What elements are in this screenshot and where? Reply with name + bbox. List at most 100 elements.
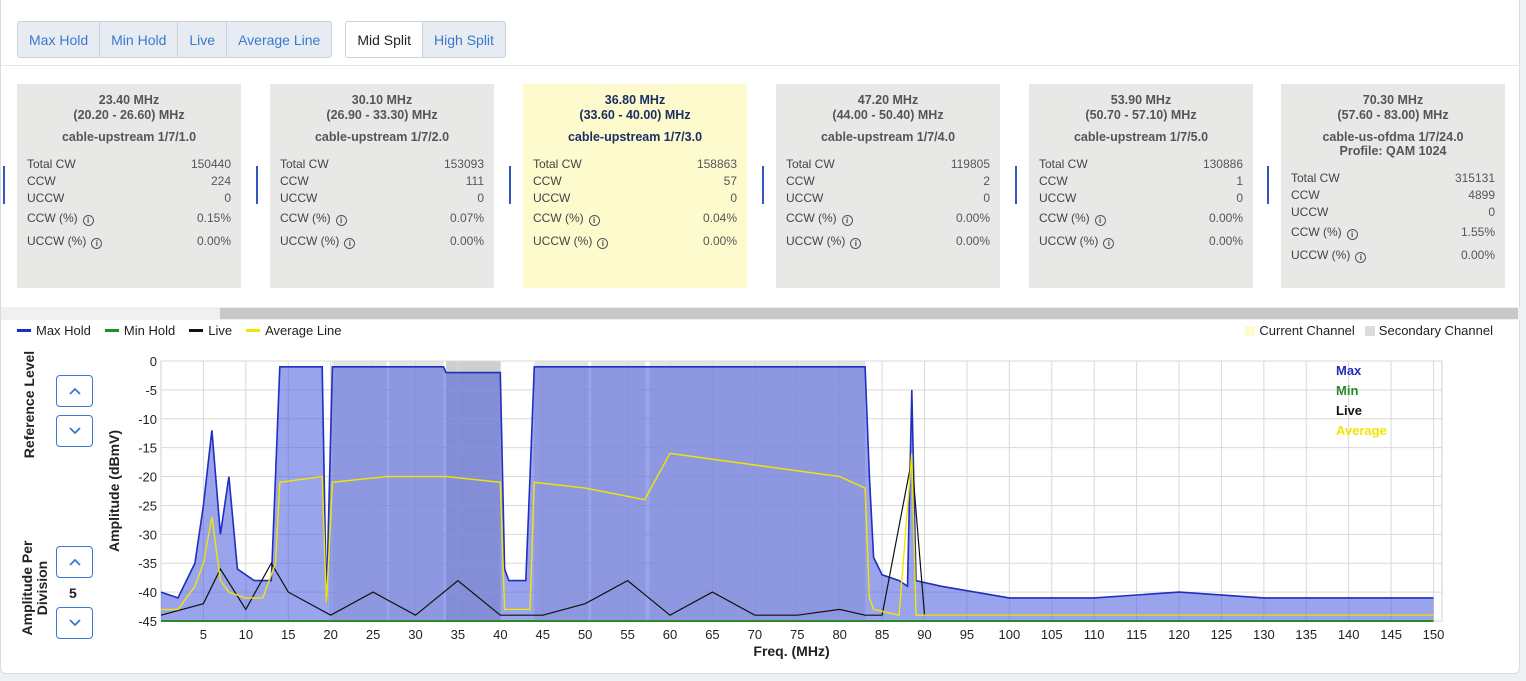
channel-marker (762, 166, 764, 204)
total-cw-label: Total CW (533, 157, 582, 171)
info-icon[interactable]: i (1094, 215, 1106, 226)
legend-label: Max Hold (36, 323, 91, 338)
channel-card[interactable]: 53.90 MHz (50.70 - 57.10) MHz cable-upst… (1029, 84, 1253, 288)
uccw-value: 0 (224, 191, 231, 205)
channel-center-freq: 53.90 MHz (1110, 93, 1172, 107)
x-tick-label: 135 (1295, 627, 1317, 642)
info-icon[interactable]: i (335, 215, 347, 226)
ccw-pct-label: CCW (%) (280, 211, 331, 225)
x-tick-label: 110 (1084, 627, 1105, 642)
uccw-label: UCCW (27, 191, 65, 205)
uccw-pct-label: UCCW (%) (1291, 248, 1351, 262)
channel-legend: Current Channel Secondary Channel (1235, 323, 1493, 338)
x-tick-label: 130 (1253, 627, 1275, 642)
ccw-value: 224 (210, 174, 231, 188)
y-tick-label: -15 (138, 441, 157, 456)
x-tick-label: 80 (832, 627, 846, 642)
x-tick-label: 40 (493, 627, 507, 642)
legend-item[interactable]: Live (189, 323, 232, 338)
channel-center-freq: 23.40 MHz (98, 93, 160, 107)
channel-center-freq: 36.80 MHz (604, 93, 666, 107)
uccw-pct-value: 0.00% (702, 234, 737, 248)
total-cw-value: 119805 (950, 157, 990, 171)
x-tick-label: 55 (620, 627, 634, 642)
y-tick-label: -45 (138, 614, 157, 629)
legend-label: Min Hold (123, 323, 176, 338)
chart-legend-label: Live (1336, 403, 1362, 418)
max-hold-button[interactable]: Max Hold (18, 22, 101, 57)
uccw-pct-value: 0.00% (1460, 248, 1495, 262)
ccw-value: 1 (1236, 174, 1243, 188)
channel-interface: cable-us-ofdma 1/7/24.0 (1322, 130, 1464, 144)
info-icon[interactable]: i (82, 215, 94, 226)
uccw-value: 0 (730, 191, 737, 205)
legend-item: Secondary Channel (1364, 323, 1493, 338)
info-icon[interactable]: i (597, 238, 609, 249)
uccw-pct-value: 0.00% (955, 234, 990, 248)
legend-item: Current Channel (1245, 323, 1355, 338)
info-icon[interactable]: i (1103, 238, 1115, 249)
x-tick-label: 115 (1126, 627, 1147, 642)
x-tick-label: 45 (536, 627, 550, 642)
y-axis-title: Amplitude (dBmV) (106, 430, 122, 552)
x-tick-label: 145 (1380, 627, 1402, 642)
channel-interface: cable-upstream 1/7/1.0 (61, 130, 197, 144)
legend-label: Current Channel (1259, 323, 1355, 338)
channel-marker (1267, 166, 1269, 204)
channel-freq-range: (26.90 - 33.30) MHz (326, 108, 438, 122)
legend-swatch (1245, 325, 1256, 336)
min-hold-button[interactable]: Min Hold (100, 22, 179, 57)
ccw-value: 57 (723, 174, 737, 188)
x-tick-label: 105 (1041, 627, 1063, 642)
y-tick-label: 0 (150, 354, 157, 369)
legend-item[interactable]: Average Line (246, 323, 341, 338)
info-icon[interactable]: i (91, 238, 103, 249)
ccw-pct-value: 0.15% (196, 211, 231, 225)
ccw-pct-label: CCW (%) (1291, 225, 1342, 239)
channel-card[interactable]: 47.20 MHz (44.00 - 50.40) MHz cable-upst… (776, 84, 1000, 288)
total-cw-label: Total CW (1291, 171, 1340, 185)
ccw-label: CCW (786, 174, 815, 188)
channel-card[interactable]: 36.80 MHz (33.60 - 40.00) MHz cable-upst… (523, 84, 747, 288)
info-icon[interactable]: i (588, 215, 600, 226)
channel-card[interactable]: 23.40 MHz (20.20 - 26.60) MHz cable-upst… (17, 84, 241, 288)
scrollbar-thumb[interactable] (220, 308, 1518, 319)
live-button[interactable]: Live (178, 22, 228, 57)
info-icon[interactable]: i (344, 238, 356, 249)
spectrum-panel: Max Hold Min Hold Live Average Line Mid … (0, 0, 1521, 674)
info-icon[interactable]: i (841, 215, 853, 226)
channel-interface: cable-upstream 1/7/3.0 (567, 130, 703, 144)
uccw-value: 0 (1236, 191, 1243, 205)
total-cw-label: Total CW (27, 157, 76, 171)
channel-card[interactable]: 30.10 MHz (26.90 - 33.30) MHz cable-upst… (270, 84, 494, 288)
info-icon[interactable]: i (1355, 252, 1367, 263)
uccw-label: UCCW (1039, 191, 1077, 205)
channel-interface: cable-upstream 1/7/2.0 (314, 130, 450, 144)
legend-swatch (189, 329, 204, 332)
channel-card[interactable]: 70.30 MHz (57.60 - 83.00) MHz cable-us-o… (1281, 84, 1505, 288)
legend-item[interactable]: Min Hold (104, 323, 176, 338)
legend-item[interactable]: Max Hold (17, 323, 91, 338)
channel-freq-range: (50.70 - 57.10) MHz (1085, 108, 1197, 122)
y-tick-label: -5 (145, 383, 157, 398)
trace-legend: Max Hold Min Hold Live Average Line (17, 323, 355, 338)
uccw-pct-value: 0.00% (449, 234, 484, 248)
average-line-button[interactable]: Average Line (227, 22, 331, 57)
horizontal-scrollbar[interactable] (1, 307, 1521, 320)
x-tick-label: 85 (875, 627, 889, 642)
channel-marker (509, 166, 511, 204)
uccw-pct-value: 0.00% (196, 234, 231, 248)
ccw-value: 4899 (1468, 188, 1495, 202)
chart-legend-label: Min (1336, 383, 1358, 398)
info-icon[interactable]: i (1346, 229, 1358, 240)
x-tick-label: 10 (239, 627, 253, 642)
x-tick-label: 25 (366, 627, 380, 642)
legend-swatch (246, 329, 261, 332)
info-icon[interactable]: i (850, 238, 862, 249)
uccw-value: 0 (1488, 205, 1495, 219)
x-tick-label: 120 (1168, 627, 1190, 642)
uccw-pct-value: 0.00% (1208, 234, 1243, 248)
y-tick-label: -30 (138, 527, 157, 542)
mid-split-button[interactable]: Mid Split (346, 22, 424, 57)
high-split-button[interactable]: High Split (423, 22, 505, 57)
